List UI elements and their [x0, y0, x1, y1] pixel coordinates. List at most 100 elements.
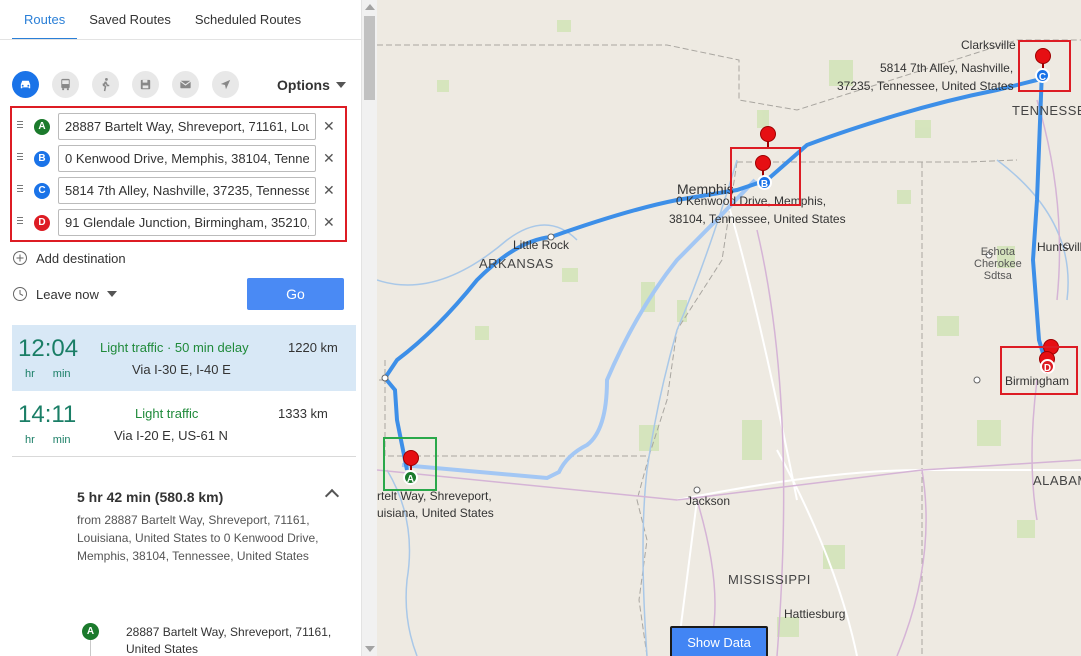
waypoint-row-a: A ✕	[12, 112, 345, 142]
route-option-1[interactable]: 12:04 hr min Light traffic · 50 min dela…	[12, 325, 356, 391]
add-destination-button[interactable]: Add destination	[12, 250, 126, 266]
city-label-hattiesburg: Hattiesburg	[784, 607, 846, 621]
clock-icon	[13, 287, 27, 301]
navigate-button[interactable]	[212, 71, 239, 98]
map-pin-icon[interactable]	[760, 126, 776, 149]
walk-mode-button[interactable]	[92, 71, 119, 98]
waypoint-d-input[interactable]	[58, 209, 316, 236]
route-time: 14:11	[18, 401, 77, 428]
highlight-box-birmingham	[1000, 346, 1078, 395]
drag-handle-icon[interactable]	[17, 185, 23, 194]
scroll-down-icon[interactable]	[365, 646, 375, 652]
waypoint-list: A ✕ B ✕ C ✕ D ✕	[10, 106, 347, 242]
state-label-mississippi: MISSISSIPPI	[728, 572, 811, 587]
memphis-address-label-line2: 38104, Tennessee, United States	[669, 212, 846, 226]
summary-heading: 5 hr 42 min (580.8 km)	[77, 489, 224, 505]
remove-waypoint-a-button[interactable]: ✕	[323, 118, 335, 135]
save-icon	[140, 79, 151, 90]
route-time-units: hr min	[25, 434, 71, 446]
route-distance: 1333 km	[278, 406, 328, 421]
echota-label-line3: Sdtsa	[983, 270, 1012, 282]
nashville-address-label-line1: 5814 7th Alley, Nashville,	[880, 61, 1014, 75]
save-route-button[interactable]	[132, 71, 159, 98]
highlight-box-origin	[383, 437, 437, 491]
waypoint-a-marker-icon: A	[34, 119, 50, 135]
hours-unit: hr	[25, 434, 35, 446]
waypoint-row-c: C ✕	[12, 176, 345, 206]
tab-scheduled-routes[interactable]: Scheduled Routes	[183, 0, 313, 40]
traffic-status: Light traffic	[135, 406, 199, 421]
route-distance: 1220 km	[288, 340, 338, 355]
city-label-clarksville: Clarksville	[961, 38, 1016, 52]
walk-icon	[102, 77, 110, 92]
route-via: Via I-20 E, US-61 N	[114, 428, 228, 443]
nashville-address-label-line2: 37235, Tennessee, United States	[837, 79, 1014, 93]
route-time-units: hr min	[25, 368, 71, 380]
city-label-jackson: Jackson	[686, 494, 731, 508]
waypoint-row-d: D ✕	[12, 208, 345, 238]
state-borders	[377, 39, 1081, 656]
tabs-divider	[0, 39, 361, 40]
remove-waypoint-b-button[interactable]: ✕	[323, 150, 335, 167]
car-mode-button[interactable]	[12, 71, 39, 98]
traffic-status: Light traffic · 50 min delay	[100, 340, 249, 355]
navigate-icon	[220, 79, 231, 90]
route-tabs: Routes Saved Routes Scheduled Routes	[12, 0, 313, 40]
rivers	[377, 159, 1069, 656]
minutes-unit: min	[52, 434, 71, 446]
waypoint-a-input[interactable]	[58, 113, 316, 140]
sidebar-scrollbar[interactable]	[361, 0, 377, 656]
options-label: Options	[277, 77, 330, 93]
mail-icon	[180, 80, 191, 89]
highlight-box-nashville	[1018, 40, 1071, 92]
leave-now-dropdown[interactable]: Leave now	[12, 286, 117, 302]
route-time: 12:04	[18, 335, 79, 362]
scroll-up-icon[interactable]	[365, 4, 375, 10]
add-destination-label: Add destination	[36, 250, 126, 266]
go-button[interactable]: Go	[247, 278, 344, 310]
drag-handle-icon[interactable]	[17, 217, 23, 226]
waypoint-c-input[interactable]	[58, 177, 316, 204]
state-label-tennessee: TENNESSEE	[1012, 103, 1081, 118]
route-summary: 5 hr 42 min (580.8 km) from 28887 Bartel…	[77, 489, 342, 565]
email-route-button[interactable]	[172, 71, 199, 98]
drag-handle-icon[interactable]	[17, 153, 23, 162]
park-areas	[437, 20, 1035, 637]
echota-label-line2: Cherokee	[974, 258, 1022, 270]
step-address: 28887 Bartelt Way, Shreveport, 71161, Un…	[126, 625, 332, 656]
chevron-down-icon	[106, 291, 117, 297]
route-via: Via I-30 E, I-40 E	[132, 362, 231, 377]
options-dropdown[interactable]: Options	[277, 77, 346, 93]
waypoint-b-input[interactable]	[58, 145, 316, 172]
summary-description: from 28887 Bartelt Way, Shreveport, 7116…	[77, 513, 319, 563]
shreveport-address-label-line1: rtelt Way, Shreveport,	[377, 489, 492, 503]
step-connector	[90, 640, 91, 656]
hours-unit: hr	[25, 368, 35, 380]
tab-saved-routes[interactable]: Saved Routes	[77, 0, 183, 40]
echota-label-line1: Echota	[980, 246, 1015, 258]
remove-waypoint-c-button[interactable]: ✕	[323, 182, 335, 199]
waypoint-d-marker-icon: D	[34, 215, 50, 231]
map-view[interactable]: Clarksville 5814 7th Alley, Nashville, 3…	[377, 0, 1081, 656]
scroll-thumb[interactable]	[364, 16, 375, 100]
show-data-button[interactable]: Show Data	[670, 626, 768, 656]
bus-icon	[61, 78, 70, 91]
car-icon	[20, 80, 31, 89]
shreveport-address-label-line2: uisiana, United States	[377, 506, 494, 520]
leave-now-label: Leave now	[36, 286, 99, 302]
route-option-2[interactable]: 14:11 hr min Light traffic Via I-20 E, U…	[12, 391, 356, 457]
remove-waypoint-d-button[interactable]: ✕	[323, 214, 335, 231]
waypoint-b-marker-icon: B	[34, 151, 50, 167]
add-circle-icon	[13, 251, 27, 265]
travel-mode-bar	[12, 71, 239, 98]
bus-mode-button[interactable]	[52, 71, 79, 98]
waypoint-row-b: B ✕	[12, 144, 345, 174]
echota-label: Echota Cherokee Sdtsa	[974, 246, 1022, 282]
waypoint-c-marker-icon: C	[34, 183, 50, 199]
map-canvas	[377, 20, 1081, 656]
state-label-alabama: ALABAM	[1033, 473, 1081, 488]
drag-handle-icon[interactable]	[17, 121, 23, 130]
route-sidebar: Routes Saved Routes Scheduled Routes Opt…	[0, 0, 361, 656]
tab-routes[interactable]: Routes	[12, 0, 78, 40]
highlight-box-memphis	[730, 147, 801, 206]
